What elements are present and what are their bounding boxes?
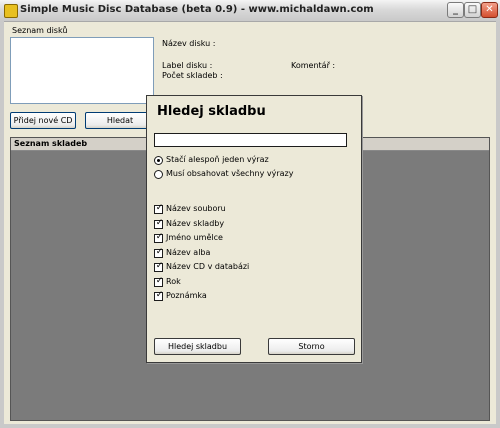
search-query-input[interactable] bbox=[154, 133, 347, 147]
checkbox-note-label[interactable]: Poznámka bbox=[166, 291, 207, 300]
checkbox-artist[interactable] bbox=[154, 232, 164, 243]
cancel-button[interactable]: Storno bbox=[268, 338, 355, 355]
disc-list-label: Seznam disků bbox=[12, 26, 68, 35]
comment-label: Komentář : bbox=[291, 61, 336, 70]
checkbox-cd-name[interactable] bbox=[154, 261, 164, 272]
window-frame-right bbox=[496, 21, 500, 428]
disc-label-label: Label disku : bbox=[162, 61, 213, 70]
minimize-icon: _ bbox=[453, 4, 458, 15]
close-button[interactable]: ✕ bbox=[481, 2, 498, 18]
disc-listbox[interactable] bbox=[10, 37, 154, 104]
track-count-label: Počet skladeb : bbox=[162, 71, 223, 80]
checkbox-note[interactable] bbox=[154, 290, 164, 301]
checkbox-file-name-label[interactable]: Název souboru bbox=[166, 204, 226, 213]
disc-name-label: Název disku : bbox=[162, 39, 216, 48]
checkbox-album[interactable] bbox=[154, 247, 164, 258]
radio-all-terms[interactable] bbox=[154, 170, 163, 179]
track-list-label: Seznam skladeb bbox=[14, 139, 88, 148]
checkbox-year-label[interactable]: Rok bbox=[166, 277, 181, 286]
window-frame-left bbox=[0, 21, 4, 428]
radio-all-terms-label[interactable]: Musí obsahovat všechny výrazy bbox=[166, 169, 293, 178]
close-icon: ✕ bbox=[485, 4, 494, 15]
checkbox-track-name-label[interactable]: Název skladby bbox=[166, 219, 224, 228]
checkbox-artist-label[interactable]: Jméno umělce bbox=[166, 233, 223, 242]
search-button[interactable]: Hledat bbox=[85, 112, 155, 129]
radio-any-term[interactable] bbox=[154, 156, 163, 165]
find-track-button[interactable]: Hledej skladbu bbox=[154, 338, 241, 355]
dialog-title: Hledej skladbu bbox=[157, 104, 266, 119]
maximize-button[interactable]: □ bbox=[464, 2, 481, 18]
radio-any-term-label[interactable]: Stačí alespoň jeden výraz bbox=[166, 155, 269, 164]
app-icon bbox=[4, 4, 18, 18]
checkbox-track-name[interactable] bbox=[154, 218, 164, 229]
minimize-button[interactable]: _ bbox=[447, 2, 464, 18]
maximize-icon: □ bbox=[467, 4, 478, 15]
window-title: Simple Music Disc Database (beta 0.9) - … bbox=[20, 4, 374, 15]
checkbox-file-name[interactable] bbox=[154, 203, 164, 214]
window-frame-bottom bbox=[0, 424, 500, 428]
checkbox-year[interactable] bbox=[154, 276, 164, 287]
add-cd-button[interactable]: Přidej nové CD bbox=[10, 112, 76, 129]
checkbox-cd-name-label[interactable]: Název CD v databázi bbox=[166, 262, 249, 271]
checkbox-album-label[interactable]: Název alba bbox=[166, 248, 210, 257]
